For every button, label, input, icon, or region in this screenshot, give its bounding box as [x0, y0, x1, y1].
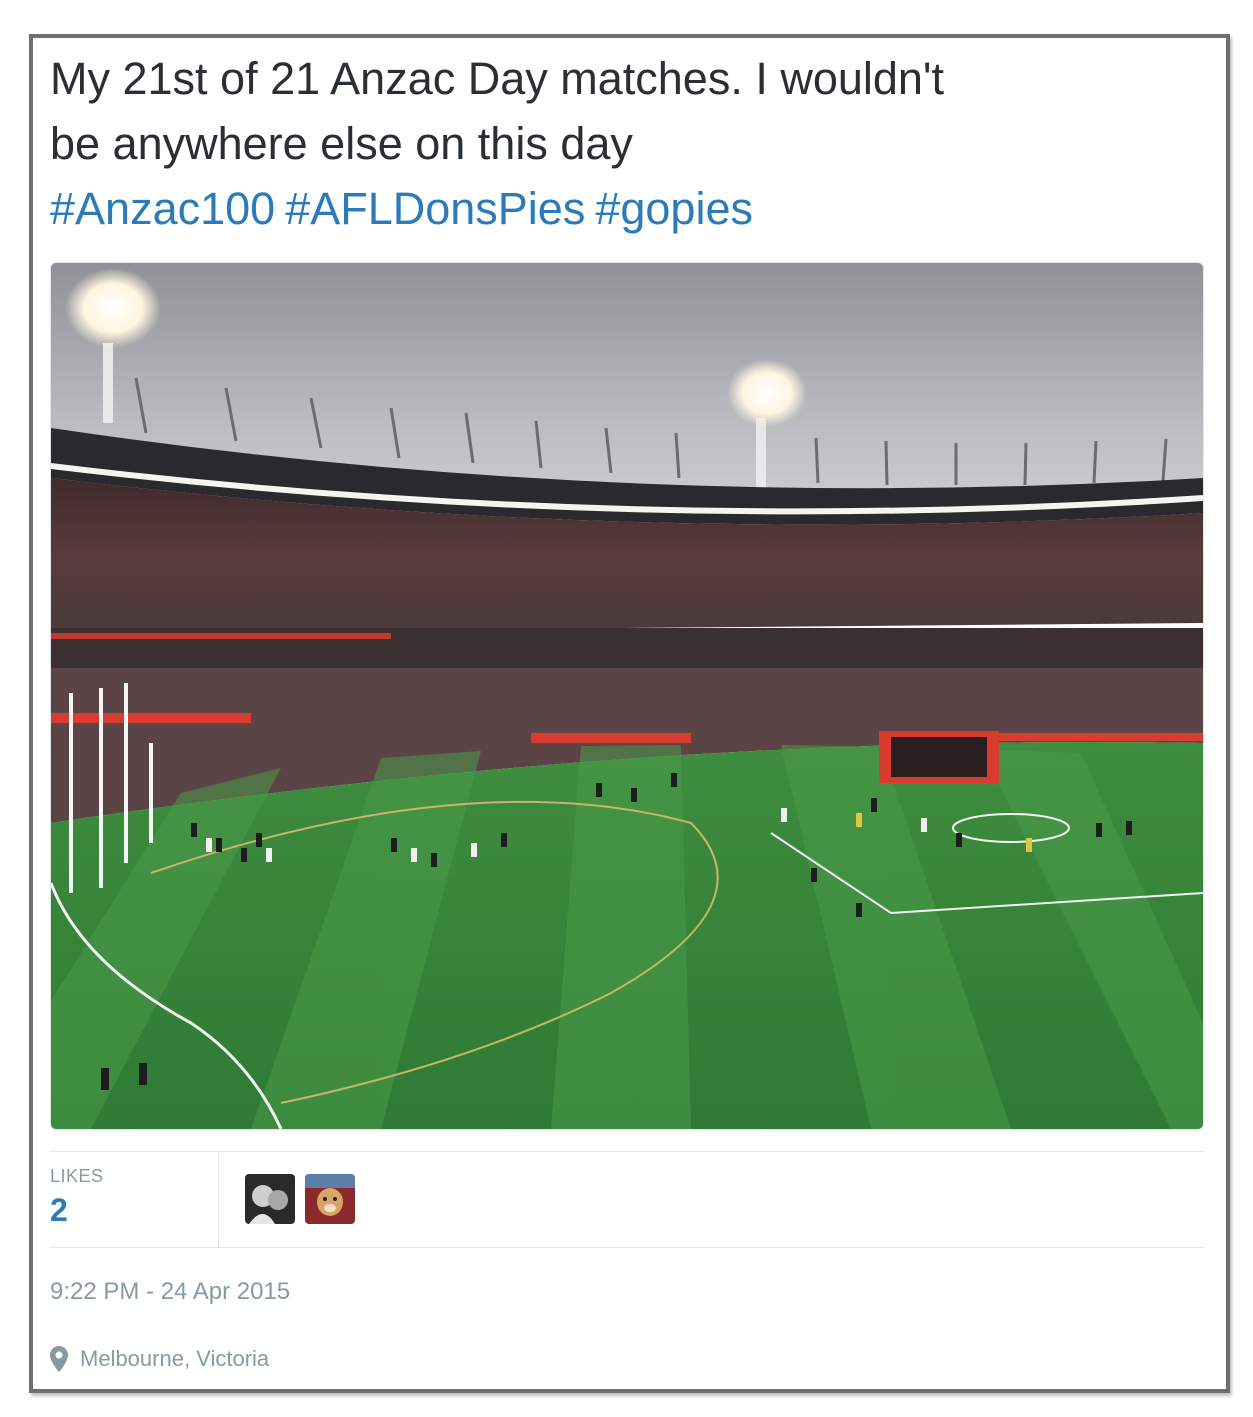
hashtag-link[interactable]: #AFLDonsPies — [285, 183, 585, 234]
map-pin-icon — [50, 1346, 68, 1372]
avatar[interactable] — [305, 1174, 356, 1224]
tweet-text-line-1: My 21st of 21 Anzac Day matches. I would… — [50, 53, 945, 104]
avatar[interactable] — [245, 1174, 295, 1224]
likes-stat[interactable]: LIKES 2 — [50, 1152, 219, 1247]
likes-count[interactable]: 2 — [50, 1192, 68, 1229]
hashtag-list: #Anzac100 #AFLDonsPies #gopies — [50, 176, 1210, 241]
tweet-text-line-2: be anywhere else on this day — [50, 118, 633, 169]
tweet-location[interactable]: Melbourne, Victoria — [50, 1346, 269, 1372]
tweet-photo[interactable] — [50, 262, 1204, 1130]
tweet-timestamp[interactable]: 9:22 PM - 24 Apr 2015 — [50, 1278, 290, 1306]
likes-label: LIKES — [50, 1166, 104, 1186]
divider — [50, 1247, 1204, 1248]
liker-avatars — [245, 1174, 361, 1226]
tweet-text: My 21st of 21 Anzac Day matches. I would… — [50, 46, 1210, 241]
location-label: Melbourne, Victoria — [80, 1346, 270, 1371]
hashtag-link[interactable]: #Anzac100 — [50, 183, 275, 234]
tweet-card: My 21st of 21 Anzac Day matches. I would… — [29, 34, 1230, 1393]
divider — [50, 1151, 1204, 1152]
hashtag-link[interactable]: #gopies — [595, 183, 753, 234]
stadium-photo — [51, 263, 1203, 1129]
